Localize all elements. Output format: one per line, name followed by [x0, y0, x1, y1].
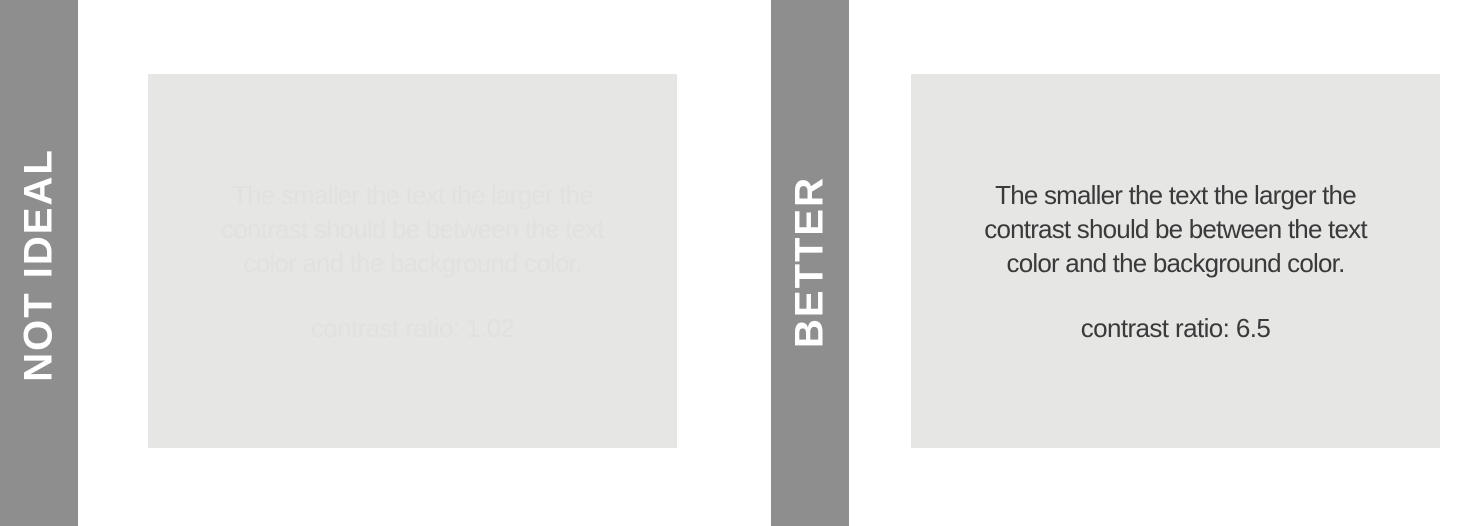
sample-text-line: contrast should be between the text — [221, 214, 604, 244]
sample-text-line: contrast should be between the text — [984, 214, 1367, 244]
sample-text-line: color and the background color. — [243, 248, 583, 278]
sample-text-line: The smaller the text the larger the — [995, 180, 1357, 210]
high-contrast-ratio-text: contrast ratio: 6.5 — [1080, 313, 1271, 343]
low-contrast-ratio-text: contrast ratio: 1.02 — [310, 313, 515, 343]
low-contrast-sample-box: The smaller the text the larger the cont… — [148, 74, 677, 448]
low-contrast-sample-text: The smaller the text the larger the cont… — [148, 178, 677, 280]
sample-text-line: The smaller the text the larger the — [232, 180, 594, 210]
better-label: BETTER — [787, 176, 832, 348]
not-ideal-side-bar: NOT IDEAL — [0, 0, 78, 526]
not-ideal-label: NOT IDEAL — [16, 148, 61, 382]
better-side-bar: BETTER — [771, 0, 849, 526]
high-contrast-sample-box: The smaller the text the larger the cont… — [911, 74, 1440, 448]
sample-text-line: color and the background color. — [1006, 248, 1346, 278]
high-contrast-sample-text: The smaller the text the larger the cont… — [911, 178, 1440, 280]
